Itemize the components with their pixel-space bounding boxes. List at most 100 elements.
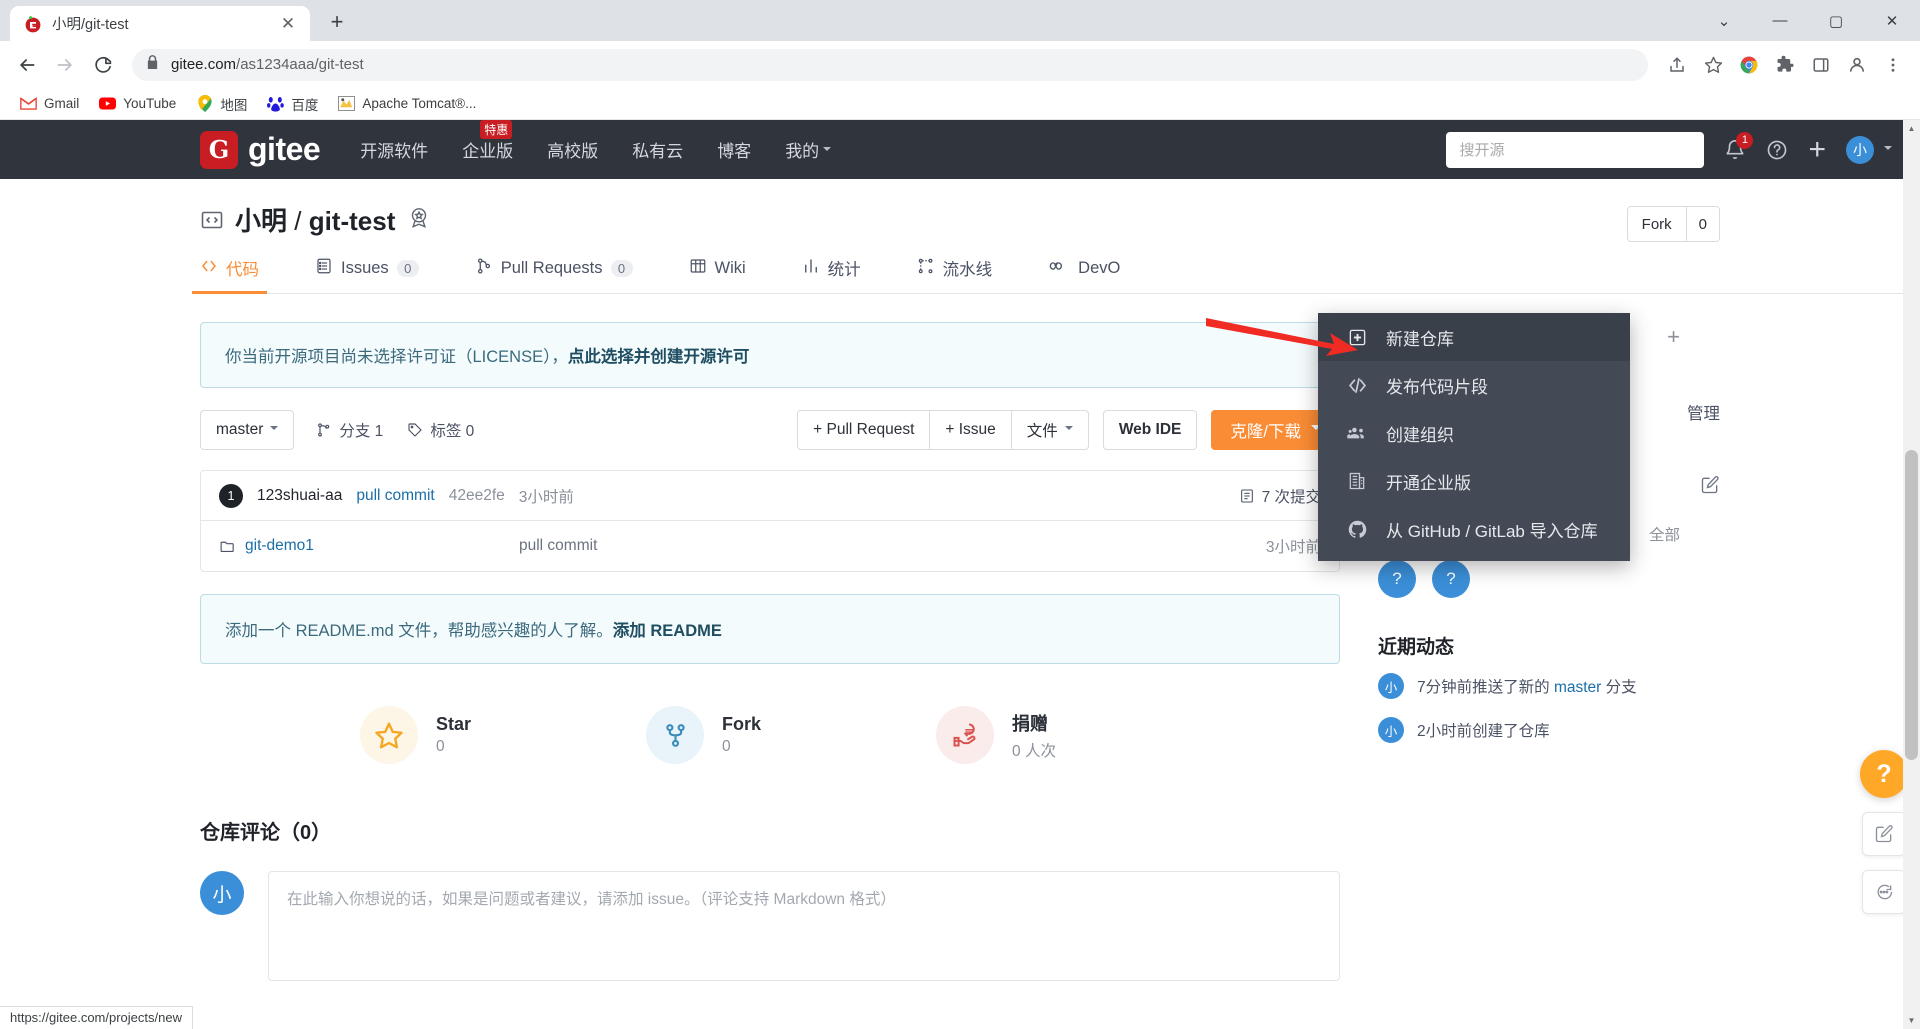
branches-count[interactable]: 分支 1 bbox=[316, 419, 383, 441]
tab-issues[interactable]: Issues 0 bbox=[315, 257, 419, 293]
bookmark-label: 百度 bbox=[291, 97, 319, 113]
help-icon[interactable] bbox=[1766, 139, 1788, 161]
nav-label: 我的 bbox=[785, 142, 820, 161]
new-tab-button[interactable]: + bbox=[320, 5, 354, 39]
file-name[interactable]: git-demo1 bbox=[219, 537, 519, 555]
tab-pipeline[interactable]: 流水线 bbox=[917, 256, 992, 293]
commit-message[interactable]: pull commit bbox=[356, 487, 434, 505]
commit-sha[interactable]: 42ee2fe bbox=[449, 487, 505, 505]
avatar[interactable]: ? bbox=[1432, 560, 1470, 598]
add-tag-icon[interactable]: + bbox=[1667, 326, 1680, 348]
chevron-down-icon bbox=[270, 426, 279, 434]
tags-count[interactable]: 标签 0 bbox=[407, 419, 474, 441]
add-readme-link[interactable]: 添加 README bbox=[613, 622, 722, 640]
user-avatar-menu[interactable]: 小 bbox=[1846, 135, 1892, 164]
nav-item-campus[interactable]: 高校版 bbox=[547, 137, 598, 162]
new-issue-button[interactable]: + Issue bbox=[930, 410, 1012, 450]
nav-item-privatecloud[interactable]: 私有云 bbox=[632, 137, 683, 162]
gmail-icon bbox=[20, 95, 37, 112]
menu-item-new-organization[interactable]: 创建组织 bbox=[1318, 409, 1630, 457]
extensions-icon[interactable] bbox=[1768, 48, 1802, 82]
activity-prefix: 7分钟前推送了新的 bbox=[1417, 679, 1554, 696]
nav-item-opensource[interactable]: 开源软件 bbox=[360, 137, 428, 162]
web-ide-button[interactable]: Web IDE bbox=[1102, 410, 1198, 450]
nav-item-enterprise[interactable]: 特惠 企业版 bbox=[462, 120, 513, 162]
menu-item-import-repository[interactable]: 从 GitHub / GitLab 导入仓库 bbox=[1318, 505, 1630, 553]
tab-code[interactable]: 代码 bbox=[192, 256, 267, 294]
menu-item-enable-enterprise[interactable]: 开通企业版 bbox=[1318, 457, 1630, 505]
contributors-all-link[interactable]: 全部 bbox=[1649, 523, 1680, 545]
fork-stat[interactable]: Fork 0 bbox=[646, 706, 761, 764]
edit-description-icon[interactable] bbox=[1700, 475, 1720, 498]
menu-item-new-snippet[interactable]: 发布代码片段 bbox=[1318, 361, 1630, 409]
feedback-floating-button[interactable] bbox=[1862, 812, 1906, 856]
tab-devops[interactable]: DevO bbox=[1048, 257, 1120, 293]
page-scrollbar[interactable]: ▲ ▼ bbox=[1903, 120, 1920, 1029]
file-menu-button[interactable]: 文件 bbox=[1011, 410, 1089, 450]
comment-input[interactable]: 在此输入你想说的话，如果是问题或者建议，请添加 issue。（评论支持 Mark… bbox=[268, 871, 1340, 981]
nav-item-mine[interactable]: 我的 bbox=[785, 137, 832, 162]
menu-item-label: 创建组织 bbox=[1386, 425, 1454, 445]
repo-owner[interactable]: 小明 bbox=[235, 206, 287, 236]
minimize-button[interactable]: — bbox=[1752, 0, 1808, 41]
donate-stat[interactable]: 捐赠 0 人次 bbox=[936, 706, 1056, 764]
new-pull-request-button[interactable]: + Pull Request bbox=[797, 410, 931, 450]
repo-name[interactable]: git-test bbox=[309, 206, 396, 236]
close-icon[interactable]: ✕ bbox=[276, 12, 300, 36]
help-floating-button[interactable]: ? bbox=[1860, 750, 1908, 798]
avatar: 小 bbox=[1378, 717, 1404, 743]
maximize-button[interactable]: ▢ bbox=[1808, 0, 1864, 41]
tab-search-icon[interactable]: ⌄ bbox=[1696, 0, 1752, 41]
plus-button[interactable]: + bbox=[1808, 134, 1826, 165]
avatar[interactable]: ? bbox=[1378, 560, 1416, 598]
gitee-header: G gitee 开源软件 特惠 企业版 高校版 私有云 博客 我的 搜开源 1 … bbox=[0, 120, 1920, 179]
chrome-profile-icon[interactable] bbox=[1732, 48, 1766, 82]
back-icon[interactable] bbox=[10, 48, 44, 82]
side-panel-icon[interactable] bbox=[1804, 48, 1838, 82]
browser-tab[interactable]: 小明/git-test ✕ bbox=[10, 6, 310, 41]
tab-wiki[interactable]: Wiki bbox=[689, 257, 746, 293]
fork-action[interactable]: Fork 0 bbox=[1626, 206, 1720, 242]
commits-count[interactable]: 7 次提交 bbox=[1239, 485, 1321, 507]
bookmark-star-icon[interactable] bbox=[1696, 48, 1730, 82]
bookmark-youtube[interactable]: YouTube bbox=[91, 92, 184, 115]
bookmark-tomcat[interactable]: Apache Tomcat®... bbox=[330, 92, 484, 115]
scroll-up-icon[interactable]: ▲ bbox=[1903, 120, 1920, 137]
share-icon[interactable] bbox=[1660, 48, 1694, 82]
gitee-logo[interactable]: G gitee bbox=[200, 130, 321, 169]
account-icon[interactable] bbox=[1840, 48, 1874, 82]
fork-count: 0 bbox=[1686, 206, 1720, 242]
window-controls: ⌄ — ▢ ✕ bbox=[1696, 0, 1920, 41]
bookmark-baidu[interactable]: 百度 bbox=[259, 91, 326, 117]
license-alert-link[interactable]: 点此选择并创建开源许可 bbox=[568, 348, 750, 366]
nav-item-blog[interactable]: 博客 bbox=[717, 137, 751, 162]
search-input[interactable]: 搜开源 bbox=[1446, 131, 1705, 168]
star-icon bbox=[360, 706, 418, 764]
notifications-icon[interactable]: 1 bbox=[1724, 131, 1754, 161]
scroll-down-icon[interactable]: ▼ bbox=[1903, 1012, 1920, 1029]
menu-icon[interactable] bbox=[1876, 48, 1910, 82]
branch-meta: 分支 1 标签 0 bbox=[316, 419, 474, 441]
bookmark-label: Gmail bbox=[44, 96, 80, 111]
bookmark-maps[interactable]: 地图 bbox=[188, 91, 255, 117]
tab-count: 0 bbox=[396, 260, 419, 277]
star-stat[interactable]: Star 0 bbox=[360, 706, 471, 764]
gitee-logo-text: gitee bbox=[248, 131, 321, 167]
menu-item-new-repository[interactable]: 新建仓库 bbox=[1318, 313, 1630, 361]
reload-icon[interactable] bbox=[86, 48, 120, 82]
tab-pull-requests[interactable]: Pull Requests 0 bbox=[475, 257, 633, 293]
tab-title: 小明/git-test bbox=[52, 17, 129, 33]
address-bar[interactable]: gitee.com/as1234aaa/git-test bbox=[132, 48, 1648, 81]
branch-selector[interactable]: master bbox=[200, 410, 295, 450]
window-close-button[interactable]: ✕ bbox=[1864, 0, 1920, 41]
table-row[interactable]: git-demo1 pull commit 3小时前 bbox=[201, 521, 1339, 571]
bookmark-gmail[interactable]: Gmail bbox=[12, 92, 87, 115]
manage-link[interactable]: 管理 bbox=[1687, 400, 1720, 424]
commit-author[interactable]: 123shuai-aa bbox=[257, 487, 342, 505]
tab-stats[interactable]: 统计 bbox=[802, 256, 861, 293]
activity-prefix: 2小时前创建了仓库 bbox=[1417, 723, 1550, 740]
chat-floating-button[interactable] bbox=[1862, 870, 1906, 914]
forward-icon[interactable] bbox=[48, 48, 82, 82]
scrollbar-thumb[interactable] bbox=[1905, 450, 1918, 760]
activity-link[interactable]: master bbox=[1554, 679, 1601, 696]
